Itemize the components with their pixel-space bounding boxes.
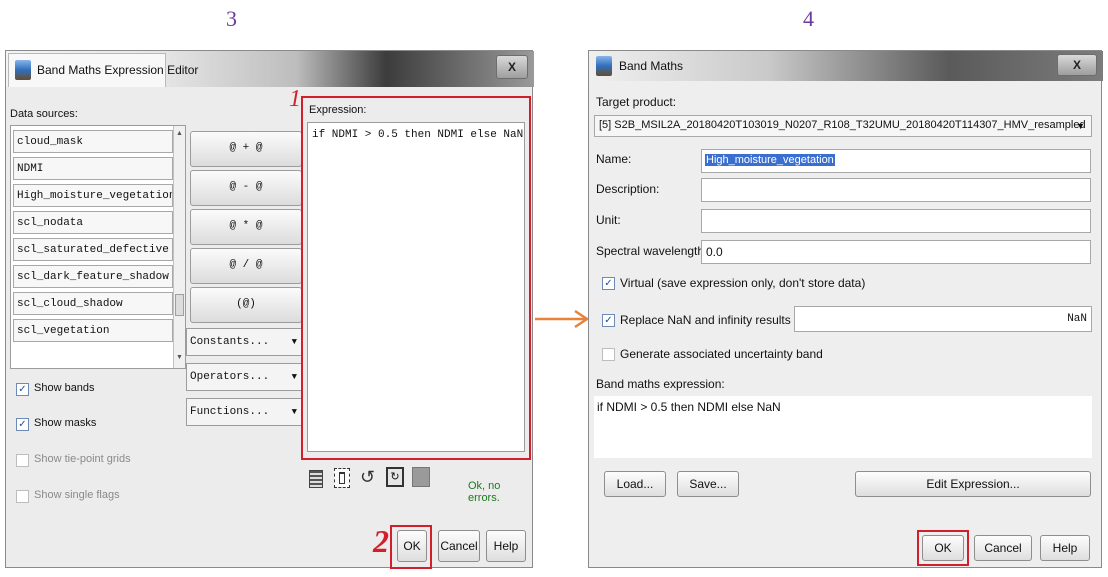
undo-icon[interactable]: ↺ — [360, 468, 376, 486]
functions-dropdown-label: Functions... — [190, 406, 270, 418]
data-source-item[interactable]: scl_saturated_defective — [13, 238, 173, 261]
expression-editor-dialog: Band Maths Expression Editor X Data sour… — [5, 50, 534, 569]
show-masks-checkbox[interactable]: ✓ — [16, 418, 29, 431]
editor-close-button[interactable]: X — [496, 55, 528, 79]
data-sources-label: Data sources: — [10, 108, 78, 120]
band-maths-dialog: Band Maths X Target product: [5] S2B_MSI… — [588, 50, 1103, 568]
constants-dropdown-label: Constants... — [190, 336, 270, 348]
virtual-label: Virtual (save expression only, don't sto… — [620, 276, 866, 290]
help-button[interactable]: Help — [486, 530, 526, 562]
snap-app-icon — [15, 60, 31, 80]
data-sources-scrollbar[interactable]: ▲ ▼ — [173, 126, 185, 368]
show-tie-point-grids-checkbox[interactable] — [16, 454, 29, 467]
target-product-dropdown[interactable]: [5] S2B_MSIL2A_20180420T103019_N0207_R10… — [594, 115, 1092, 137]
data-sources-list: cloud_mask NDMI High_moisture_vegetation… — [10, 125, 186, 369]
operators-dropdown-label: Operators... — [190, 371, 270, 383]
expression-label: Expression: — [309, 104, 367, 116]
add-operator-button[interactable]: @ + @ — [190, 131, 302, 167]
ok-button[interactable]: OK — [922, 535, 964, 561]
chevron-down-icon: ▼ — [1076, 121, 1085, 131]
name-input[interactable]: High_moisture_vegetation — [701, 149, 1091, 173]
load-button[interactable]: Load... — [604, 471, 666, 497]
functions-dropdown[interactable]: Functions... ▼ — [186, 398, 302, 426]
constants-dropdown[interactable]: Constants... ▼ — [186, 328, 302, 356]
replace-nan-checkbox[interactable]: ✓ — [602, 314, 615, 327]
show-tie-point-grids-label: Show tie-point grids — [34, 453, 131, 465]
description-input[interactable] — [701, 178, 1091, 202]
chevron-down-icon: ▼ — [291, 337, 297, 347]
name-input-value: High_moisture_vegetation — [705, 154, 835, 166]
status-text: Ok, no errors. — [468, 480, 501, 504]
target-product-value: [5] S2B_MSIL2A_20180420T103019_N0207_R10… — [599, 119, 1086, 131]
band-maths-close-button[interactable]: X — [1057, 54, 1097, 76]
editor-title: Band Maths Expression Editor — [37, 63, 199, 77]
save-button[interactable]: Save... — [677, 471, 739, 497]
show-single-flags-checkbox[interactable] — [16, 490, 29, 503]
help-button[interactable]: Help — [1040, 535, 1090, 561]
band-maths-title: Band Maths — [619, 59, 684, 73]
data-source-item[interactable]: High_moisture_vegetation — [13, 184, 173, 207]
cancel-button[interactable]: Cancel — [974, 535, 1032, 561]
description-label: Description: — [596, 182, 660, 196]
expression-highlight: Expression: if NDMI > 0.5 then NDMI else… — [301, 96, 531, 460]
data-source-item[interactable]: scl_cloud_shadow — [13, 292, 173, 315]
scroll-down-icon[interactable]: ▼ — [176, 354, 183, 361]
band-maths-expression-area[interactable]: if NDMI > 0.5 then NDMI else NaN — [594, 396, 1092, 458]
name-label: Name: — [596, 152, 632, 166]
virtual-checkbox[interactable]: ✓ — [602, 277, 615, 290]
chevron-down-icon: ▼ — [291, 407, 297, 417]
data-source-item[interactable]: scl_dark_feature_shadow — [13, 265, 173, 288]
cancel-button[interactable]: Cancel — [438, 530, 480, 562]
edit-table-icon[interactable] — [309, 470, 323, 488]
replace-nan-value: NaN — [1067, 313, 1087, 325]
spectral-wavelength-input[interactable]: 0.0 — [701, 240, 1091, 264]
uncertainty-checkbox[interactable] — [602, 348, 615, 361]
arrow-icon — [535, 309, 590, 329]
ok-button[interactable]: OK — [397, 530, 427, 562]
annotation-mark-1: 1 — [289, 86, 301, 112]
history-icon — [412, 467, 430, 487]
show-single-flags-label: Show single flags — [34, 489, 120, 501]
edit-expression-button[interactable]: Edit Expression... — [855, 471, 1091, 497]
band-maths-expression-label: Band maths expression: — [596, 377, 725, 391]
target-product-label: Target product: — [596, 95, 677, 109]
trash-icon[interactable] — [334, 468, 350, 488]
show-bands-label: Show bands — [34, 382, 95, 394]
replace-nan-label: Replace NaN and infinity results by — [620, 313, 807, 327]
scroll-up-icon[interactable]: ▲ — [176, 130, 183, 137]
band-maths-expression-text: if NDMI > 0.5 then NDMI else NaN — [597, 400, 781, 414]
step-label-4: 4 — [803, 6, 814, 31]
chevron-down-icon: ▼ — [291, 372, 297, 382]
step-label-3: 3 — [226, 6, 237, 31]
redo-icon[interactable]: ↻ — [386, 467, 404, 487]
spectral-wavelength-value: 0.0 — [706, 245, 723, 259]
operators-dropdown[interactable]: Operators... ▼ — [186, 363, 302, 391]
uncertainty-label: Generate associated uncertainty band — [620, 347, 823, 361]
show-bands-checkbox[interactable]: ✓ — [16, 383, 29, 396]
data-source-item[interactable]: cloud_mask — [13, 130, 173, 153]
parentheses-operator-button[interactable]: (@) — [190, 287, 302, 323]
unit-label: Unit: — [596, 213, 621, 227]
snap-app-icon — [596, 56, 612, 76]
editor-title-tab: Band Maths Expression Editor — [8, 53, 198, 87]
annotation-mark-2: 2 — [373, 523, 389, 559]
data-source-item[interactable]: scl_vegetation — [13, 319, 173, 342]
data-source-item[interactable]: scl_nodata — [13, 211, 173, 234]
expression-text: if NDMI > 0.5 then NDMI else NaN — [312, 129, 524, 141]
replace-nan-input[interactable]: NaN — [794, 306, 1092, 332]
subtract-operator-button[interactable]: @ - @ — [190, 170, 302, 206]
multiply-operator-button[interactable]: @ * @ — [190, 209, 302, 245]
expression-textarea[interactable]: if NDMI > 0.5 then NDMI else NaN — [307, 122, 525, 452]
spectral-wavelength-label: Spectral wavelength: — [596, 244, 708, 258]
scrollbar-thumb[interactable] — [175, 294, 184, 316]
show-masks-label: Show masks — [34, 417, 97, 429]
divide-operator-button[interactable]: @ / @ — [190, 248, 302, 284]
unit-input[interactable] — [701, 209, 1091, 233]
data-source-item[interactable]: NDMI — [13, 157, 173, 180]
